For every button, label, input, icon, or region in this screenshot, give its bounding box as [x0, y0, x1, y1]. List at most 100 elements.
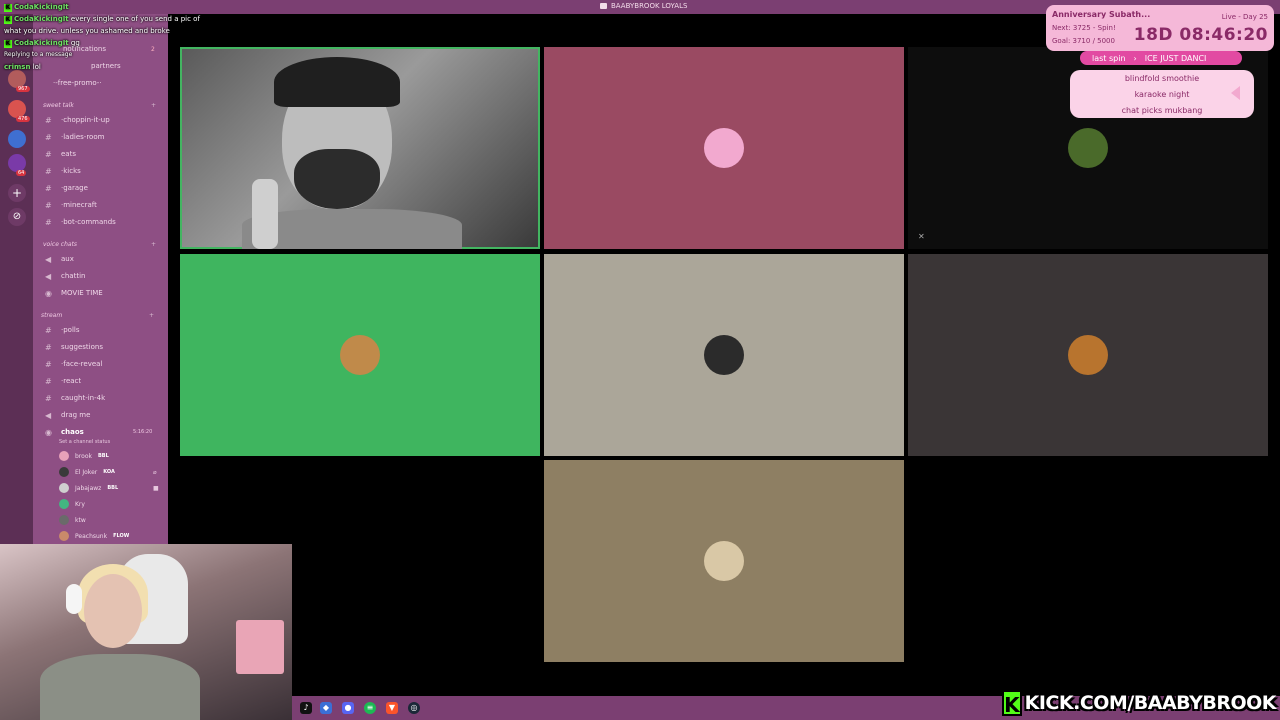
spotify-icon[interactable]: ≡ — [364, 702, 376, 714]
add-channel-icon[interactable]: + — [151, 102, 156, 109]
server-icon[interactable] — [8, 130, 26, 148]
discord-icon[interactable]: ● — [342, 702, 354, 714]
kick-url: KICK.COM/BAABYBROOK — [1024, 692, 1277, 714]
microphone — [252, 179, 278, 249]
channel-free-promo[interactable]: ·-free-promo-· — [53, 77, 102, 89]
stage-channel-movie-time[interactable]: ◉ MOVIE TIME — [45, 287, 103, 299]
channel-bot-commands[interactable]: # ·bot-commands — [45, 216, 116, 228]
chat-username: crimsn — [4, 63, 31, 71]
kick-logo: K — [1002, 690, 1022, 717]
channel-caught-in-4k[interactable]: # caught-in-4k — [45, 392, 105, 404]
deafened-icon: ⌀ — [153, 468, 157, 476]
participant-avatar — [340, 335, 380, 375]
channel-react[interactable]: # ·react — [45, 375, 81, 387]
category-stream[interactable]: stream + — [41, 312, 154, 319]
user-tag: FLOW — [113, 533, 130, 539]
browser-icon[interactable]: ◆ — [320, 702, 332, 714]
participant-avatar — [704, 541, 744, 581]
participant-tile[interactable] — [908, 254, 1268, 456]
channel-status[interactable]: Set a channel status — [59, 439, 110, 445]
last-spin-bar: last spin › ICE JUST DANCI — [1080, 51, 1242, 65]
streamer-face — [84, 574, 142, 648]
channel-ladies-room[interactable]: # ·ladies-room — [45, 131, 104, 143]
voice-user[interactable]: ktw — [59, 514, 86, 526]
voice-user[interactable]: Peachsunk FLOW — [59, 530, 129, 542]
participant-avatar — [704, 128, 744, 168]
voice-user[interactable]: Kry — [59, 498, 85, 510]
streamer-webcam — [0, 544, 292, 720]
hash-icon: # — [45, 217, 52, 227]
channel-label: drag me — [61, 411, 91, 419]
main-webcam-tile[interactable] — [180, 47, 540, 249]
window-title-text: BAABYBROOK LOYALS — [611, 2, 688, 10]
add-server-icon[interactable]: + — [8, 184, 26, 202]
avatar — [59, 515, 69, 525]
chat-username: CodaKickingIt — [14, 39, 69, 47]
user-name: Jabajawz — [75, 484, 102, 492]
participant-tile[interactable] — [544, 47, 904, 249]
channel-label: caught-in-4k — [61, 394, 106, 402]
chat-username: CodaKickingIt — [14, 3, 69, 11]
add-channel-icon[interactable]: + — [149, 312, 154, 319]
stage-icon: ◉ — [45, 427, 52, 437]
voice-user[interactable]: El Joker KOA ⌀ — [59, 466, 157, 478]
user-name: Kry — [75, 500, 85, 508]
voice-channel-aux[interactable]: ◀ aux — [45, 253, 74, 265]
hash-icon: # — [45, 393, 52, 403]
channel-garage[interactable]: # ·garage — [45, 182, 88, 194]
person-cap — [274, 57, 400, 107]
spin-wheel-options: blindfold smoothie karaoke night chat pi… — [1070, 70, 1254, 118]
voice-timer: 5:16:20 — [133, 429, 153, 435]
hash-icon: # — [45, 376, 52, 386]
explore-icon[interactable]: ⊘ — [8, 208, 26, 226]
server-rail: 967 476 64 + ⊘ — [0, 14, 33, 544]
participant-avatar — [1068, 335, 1108, 375]
user-tag: BBL — [107, 485, 119, 491]
channel-kicks[interactable]: # ·kicks — [45, 165, 81, 177]
participant-tile[interactable] — [544, 460, 904, 662]
brave-icon[interactable]: ▼ — [386, 702, 398, 714]
voice-user[interactable]: brook BBL — [59, 450, 109, 462]
voice-channel-chattin[interactable]: ◀ chattin — [45, 270, 85, 282]
channel-eats[interactable]: # eats — [45, 148, 76, 160]
category-label: stream — [41, 312, 63, 319]
avatar — [59, 483, 69, 493]
chat-username: CodaKickingIt — [14, 15, 69, 23]
category-sweet-talk[interactable]: sweet talk + — [43, 102, 156, 109]
channel-label: ·-free-promo-· — [53, 79, 102, 87]
subathon-goal: Goal: 3710 / 5000 — [1052, 37, 1115, 45]
channel-choppin-it-up[interactable]: # ·choppin-it-up — [45, 114, 110, 126]
speaker-icon: ◀ — [45, 254, 52, 264]
channel-label: ·react — [61, 377, 82, 385]
channel-face-reveal[interactable]: # ·face-reveal — [45, 358, 102, 370]
channel-minecraft[interactable]: # ·minecraft — [45, 199, 97, 211]
tiktok-icon[interactable]: ♪ — [300, 702, 312, 714]
last-spin-label: last spin — [1092, 53, 1126, 63]
chat-message: K CodaKickingIt — [4, 1, 214, 13]
subathon-live-day: Live - Day 25 — [1221, 13, 1268, 21]
voice-user[interactable]: Jabajawz BBL ■ — [59, 482, 159, 494]
participant-tile[interactable] — [180, 254, 540, 456]
voice-channel-chaos[interactable]: ◉ chaos — [45, 426, 84, 438]
channel-label: aux — [61, 255, 74, 263]
add-channel-icon[interactable]: + — [151, 241, 156, 248]
user-name: Peachsunk — [75, 532, 108, 540]
pink-box — [236, 620, 284, 674]
channel-suggestions[interactable]: # suggestions — [45, 341, 103, 353]
wheel-option: chat picks mukbang — [1121, 106, 1203, 115]
steam-icon[interactable]: ◎ — [408, 702, 420, 714]
hash-icon: # — [45, 359, 52, 369]
channel-label: ·bot-commands — [61, 218, 116, 226]
channel-label: chaos — [61, 428, 84, 436]
category-label: voice chats — [43, 241, 78, 248]
hash-icon: # — [45, 200, 52, 210]
subathon-timer: 18D 08:46:20 — [1133, 25, 1268, 45]
channel-polls[interactable]: # ·polls — [45, 324, 80, 336]
participant-tile[interactable] — [544, 254, 904, 456]
category-voice-chats[interactable]: voice chats + — [43, 241, 156, 248]
voice-channel-drag-me[interactable]: ◀ drag me — [45, 409, 90, 421]
kick-badge-icon: K — [4, 16, 12, 24]
pointer-arrow-icon — [1231, 86, 1240, 100]
chat-text: lol — [32, 63, 41, 71]
streamer-shirt — [40, 654, 200, 720]
